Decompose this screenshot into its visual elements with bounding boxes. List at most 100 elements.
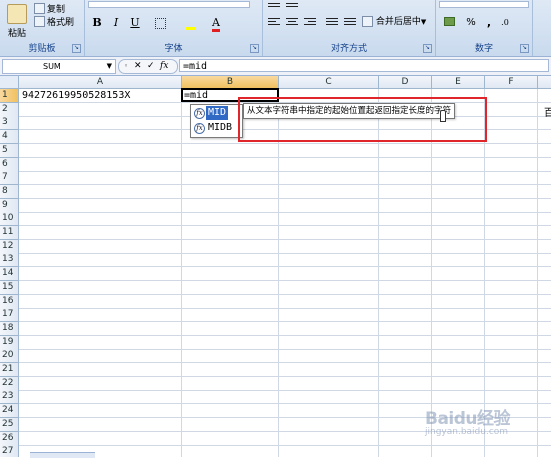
gridline <box>19 280 551 281</box>
row-header-20[interactable]: 20 <box>0 349 19 363</box>
row-header-21[interactable]: 21 <box>0 363 19 377</box>
gridline <box>19 239 551 240</box>
row-header-3[interactable]: 3 <box>0 116 19 130</box>
bold-button[interactable]: B <box>88 14 106 31</box>
gridline <box>19 212 551 213</box>
row-header-27[interactable]: 27 <box>0 445 19 457</box>
column-header-e[interactable]: E <box>432 76 485 89</box>
cell-b1-value: =mid <box>184 90 209 101</box>
align-top-icon[interactable] <box>267 1 281 13</box>
row-header-7[interactable]: 7 <box>0 171 19 185</box>
row-header-8[interactable]: 8 <box>0 185 19 199</box>
formula-input[interactable]: =mid <box>179 59 549 72</box>
currency-button[interactable] <box>440 14 458 31</box>
decrease-indent-icon[interactable] <box>325 16 339 28</box>
highlight-box <box>238 97 487 142</box>
row-header-24[interactable]: 24 <box>0 404 19 418</box>
enter-formula-button[interactable]: ✓ <box>147 60 155 73</box>
gridline <box>484 89 485 457</box>
gridline <box>19 335 551 336</box>
insert-function-button[interactable]: fx <box>160 60 168 73</box>
alignment-launcher-icon[interactable]: ↘ <box>423 44 432 53</box>
row-header-6[interactable]: 6 <box>0 158 19 172</box>
gridline <box>19 390 551 391</box>
cell-a1[interactable]: 94272619950528153X <box>22 89 130 102</box>
row-header-15[interactable]: 15 <box>0 281 19 295</box>
row-header-17[interactable]: 17 <box>0 308 19 322</box>
row-header-16[interactable]: 16 <box>0 295 19 309</box>
column-header-a[interactable]: A <box>19 76 182 89</box>
borders-button[interactable] <box>151 14 169 31</box>
italic-button[interactable]: I <box>107 14 125 31</box>
format-painter-button[interactable]: 格式刷 <box>34 15 74 28</box>
gridline <box>19 143 551 144</box>
watermark: Baidu经验 jingyan.baidu.com <box>425 409 511 437</box>
row-header-25[interactable]: 25 <box>0 418 19 432</box>
gridline <box>19 321 551 322</box>
name-box[interactable]: SUM ▼ <box>2 59 116 74</box>
column-header-d[interactable]: D <box>379 76 432 89</box>
sheet-tab-strip[interactable] <box>30 452 95 458</box>
gridline <box>19 184 551 185</box>
row-header-12[interactable]: 12 <box>0 240 19 254</box>
align-right-icon[interactable] <box>303 16 317 28</box>
row-header-19[interactable]: 19 <box>0 336 19 350</box>
number-group: % , .0 数字 ↘ <box>436 0 533 56</box>
borders-icon <box>154 17 166 29</box>
font-color-button[interactable]: A <box>207 14 225 32</box>
row-header-2[interactable]: 2 <box>0 103 19 117</box>
row-header-14[interactable]: 14 <box>0 267 19 281</box>
underline-button[interactable]: U <box>126 14 144 31</box>
row-header-1[interactable]: 1 <box>0 89 19 103</box>
row-header-22[interactable]: 22 <box>0 377 19 391</box>
merge-center-button[interactable]: 合并后居中▼ <box>362 15 426 30</box>
row-header-26[interactable]: 26 <box>0 432 19 446</box>
font-group: B I U A 字体 ↘ <box>85 0 263 56</box>
row-header-4[interactable]: 4 <box>0 130 19 144</box>
font-launcher-icon[interactable]: ↘ <box>250 44 259 53</box>
fill-color-button[interactable] <box>181 14 199 31</box>
increase-decimal-icon[interactable]: .0 <box>496 14 514 31</box>
gridline <box>19 225 551 226</box>
formula-bar: SUM ▼ ◦ ✕ ✓ fx =mid <box>0 57 551 76</box>
row-header-9[interactable]: 9 <box>0 199 19 213</box>
align-center-icon[interactable] <box>285 16 299 28</box>
align-left-icon[interactable] <box>267 16 281 28</box>
currency-icon <box>443 17 455 26</box>
gridline <box>19 376 551 377</box>
function-icon: fx <box>194 123 205 134</box>
cancel-formula-button[interactable]: ✕ <box>134 60 142 73</box>
number-format-combo[interactable] <box>439 1 529 8</box>
autocomplete-item[interactable]: fx MID <box>192 106 241 120</box>
align-middle-icon[interactable] <box>285 1 299 13</box>
copy-icon <box>34 3 45 14</box>
percent-button[interactable]: % <box>462 14 480 31</box>
formula-controls: ◦ ✕ ✓ fx <box>118 59 178 74</box>
ribbon: 粘贴 复制 格式刷 剪贴板 ↘ B I U A 字体 ↘ 合并后居中▼ 对齐方式… <box>0 0 551 57</box>
clipboard-launcher-icon[interactable]: ↘ <box>72 44 81 53</box>
font-group-label: 字体 <box>164 44 183 54</box>
column-header-next[interactable] <box>538 76 551 89</box>
row-header-18[interactable]: 18 <box>0 322 19 336</box>
copy-button[interactable]: 复制 <box>34 2 65 15</box>
column-header-f[interactable]: F <box>485 76 538 89</box>
number-launcher-icon[interactable]: ↘ <box>520 44 529 53</box>
autocomplete-item[interactable]: fx MIDB <box>192 121 241 135</box>
gridline <box>19 171 551 172</box>
paste-button[interactable]: 粘贴 <box>4 2 30 40</box>
gridline <box>19 349 551 350</box>
row-header-5[interactable]: 5 <box>0 144 19 158</box>
gridline <box>378 89 379 457</box>
clipboard-group: 粘贴 复制 格式刷 剪贴板 ↘ <box>0 0 85 56</box>
name-box-dropdown-icon[interactable]: ▼ <box>107 60 112 73</box>
select-all-corner[interactable] <box>0 76 19 89</box>
gridline <box>19 294 551 295</box>
row-header-13[interactable]: 13 <box>0 253 19 267</box>
column-header-c[interactable]: C <box>279 76 379 89</box>
row-header-11[interactable]: 11 <box>0 226 19 240</box>
font-name-combo[interactable] <box>88 1 250 8</box>
row-header-10[interactable]: 10 <box>0 212 19 226</box>
merge-icon <box>362 16 373 27</box>
row-header-23[interactable]: 23 <box>0 390 19 404</box>
increase-indent-icon[interactable] <box>343 16 357 28</box>
